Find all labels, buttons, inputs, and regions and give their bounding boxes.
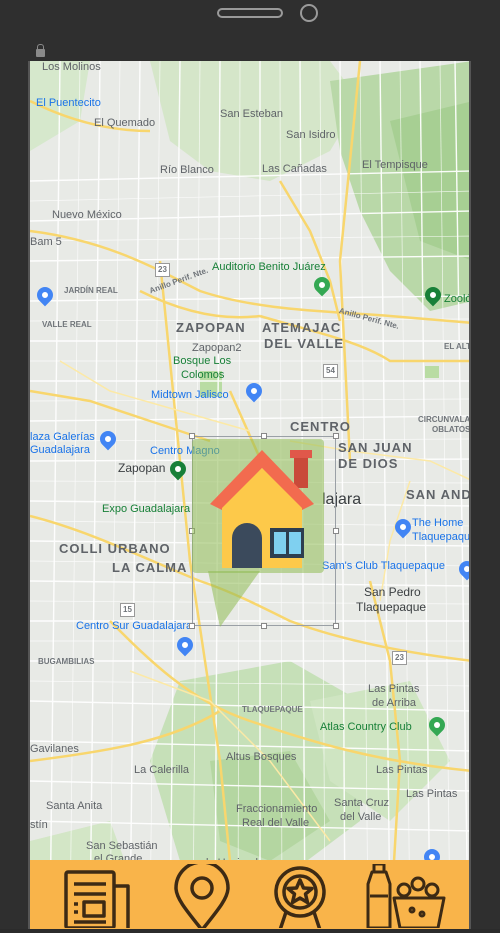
map-label: Real del Valle xyxy=(242,817,310,829)
resize-handle[interactable] xyxy=(333,433,339,439)
resize-handle[interactable] xyxy=(261,623,267,629)
map-label: DEL VALLE xyxy=(264,336,345,351)
route-shield: 15 xyxy=(120,603,135,617)
map-label: Expo Guadalajara xyxy=(102,503,191,515)
map-label: JARDÍN REAL xyxy=(64,286,118,295)
home-marker-tail xyxy=(208,571,260,627)
map-label: La Calerilla xyxy=(134,764,190,776)
map-label: Guadalajara xyxy=(30,444,90,456)
map-label: Bam 5 xyxy=(30,236,62,248)
map-label: San Esteban xyxy=(220,108,283,120)
map-label: laza Galerías xyxy=(30,431,95,443)
map-label: CENTRO xyxy=(290,419,351,434)
map-label: Atlas Country Club xyxy=(320,721,412,733)
map-label: Sam's Club Tlaquepaque xyxy=(322,560,445,572)
map-label: LA CALMA xyxy=(112,560,188,575)
nav-news-button[interactable] xyxy=(60,864,132,930)
map-label: Las Pintas xyxy=(376,764,428,776)
map-label: San Sebastián xyxy=(86,840,158,852)
nav-awards-button[interactable] xyxy=(264,864,336,931)
award-medal-icon xyxy=(274,866,326,931)
map-label: Nuevo México xyxy=(52,209,122,221)
resize-handle[interactable] xyxy=(333,623,339,629)
route-shield: 54 xyxy=(323,364,338,378)
phone-speaker xyxy=(217,8,283,18)
map-label: stín xyxy=(30,819,48,831)
map-label: SAN JUAN xyxy=(338,440,413,455)
map-label: Zapopan xyxy=(118,461,166,475)
map-label: ZAPOPAN xyxy=(176,320,246,335)
map-label: TLAQUEPAQUE xyxy=(242,705,303,714)
map-label: El Tempisque xyxy=(362,159,428,171)
map-label: El Quemado xyxy=(94,117,156,129)
map-label: San Isidro xyxy=(286,129,336,141)
map-label: Auditorio Benito Juárez xyxy=(212,261,326,273)
map-label: ATEMAJAC xyxy=(262,320,342,335)
map-label: de Arriba xyxy=(372,697,417,709)
resize-handle[interactable] xyxy=(333,528,339,534)
map-label: SAN AND xyxy=(406,487,471,502)
map-label: Santa Anita xyxy=(46,800,103,812)
map-label: Zoológ xyxy=(444,293,471,305)
map-label: Tlaquepaque xyxy=(356,600,427,614)
map-label: VALLE REAL xyxy=(42,320,92,329)
map-label: San Pedro xyxy=(364,585,421,599)
map-label: El Puentecito xyxy=(36,97,101,109)
nav-groceries-button[interactable] xyxy=(364,862,446,930)
map-label: The Home xyxy=(412,517,464,529)
lock-icon xyxy=(36,44,45,57)
map-label: BUGAMBILIAS xyxy=(38,657,95,666)
map-label: Las Pintas xyxy=(368,683,420,695)
map-label: EL ALTO xyxy=(444,342,471,351)
route-shield: 23 xyxy=(392,651,407,665)
map-label: OBLATOS xyxy=(432,425,471,434)
grocery-bag-icon xyxy=(366,862,446,930)
map-label: Midtown Jalisco xyxy=(151,389,229,401)
newspaper-icon xyxy=(64,870,130,930)
map-label: Gavilanes xyxy=(30,743,79,755)
resize-handle[interactable] xyxy=(189,623,195,629)
map-label: Fraccionamiento xyxy=(236,803,318,815)
location-pin-icon xyxy=(174,860,230,932)
map-label: Los Molinos xyxy=(42,61,101,73)
map-label: Santa Cruz xyxy=(334,797,390,809)
map-label: Las Cañadas xyxy=(262,163,327,175)
map-label: COLLI URBANO xyxy=(59,541,171,556)
map-label: Río Blanco xyxy=(160,164,214,176)
map-label: Bosque Los xyxy=(173,355,232,367)
map-label: del Valle xyxy=(340,811,382,823)
map-label: Colomos xyxy=(181,369,225,381)
nav-location-button[interactable] xyxy=(166,860,238,932)
phone-frame: Los Molinos El Puentecito El Quemado San… xyxy=(0,0,500,932)
route-shield: 23 xyxy=(155,263,170,277)
map-label: Altus Bosques xyxy=(226,751,297,763)
map-label: Centro Sur Guadalajara xyxy=(76,620,193,632)
map-label: Zapopan2 xyxy=(192,342,242,354)
phone-camera xyxy=(300,4,318,22)
resize-handle[interactable] xyxy=(189,433,195,439)
map-label: Las Pintas xyxy=(406,788,458,800)
house-icon[interactable] xyxy=(202,446,322,571)
map-screen[interactable]: Los Molinos El Puentecito El Quemado San… xyxy=(28,61,471,929)
bottom-navigation xyxy=(30,860,469,932)
map-label: DE DIOS xyxy=(338,456,399,471)
map-label: Tlaquepaqu xyxy=(412,531,471,543)
